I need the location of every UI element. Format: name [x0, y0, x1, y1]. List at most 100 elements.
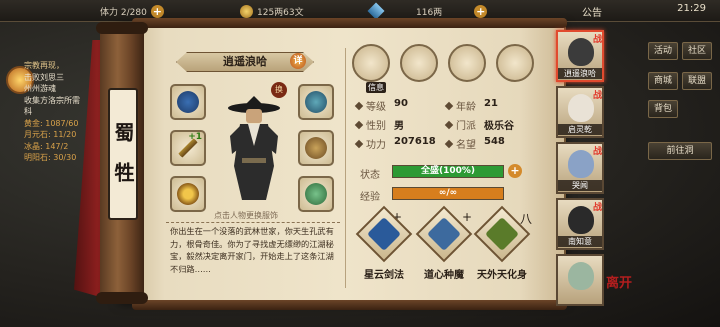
power-value: 207618 — [394, 136, 436, 147]
community-button[interactable]: 社区 — [682, 42, 712, 60]
jade-scroll-icon — [485, 217, 519, 251]
roster-portrait[interactable]: 战 南知意 — [556, 198, 604, 250]
fame-value: 548 — [484, 136, 505, 147]
equip-slot-mount[interactable] — [298, 176, 334, 212]
portrait-name: 哭闻 — [558, 180, 602, 191]
portrait-face — [568, 94, 594, 122]
panel-divider — [345, 48, 346, 288]
shop-button[interactable]: 商城 — [648, 72, 678, 90]
portrait-name: 逍遥浪哈 — [558, 68, 602, 79]
equip-slot-armor[interactable] — [298, 130, 334, 166]
leave-tag[interactable]: 离开 — [606, 272, 632, 291]
status-label: 状态 — [360, 170, 380, 181]
quest-line: 收集方洛宗所需 — [24, 95, 80, 105]
taiji-tab-icon[interactable] — [448, 44, 486, 82]
level-label: 等级 — [366, 102, 386, 113]
scroll-rod-bottom — [132, 300, 567, 310]
hat-icon — [305, 91, 327, 113]
info-tab-icon[interactable]: 信息 — [352, 44, 390, 93]
exp-bar-text: ∞/∞ — [438, 188, 458, 198]
gender-label: 性别 — [366, 121, 386, 132]
headwear-icon — [177, 91, 199, 113]
quest-line: 科 — [24, 107, 32, 116]
level-value: 90 — [394, 98, 408, 109]
mount-icon — [305, 183, 327, 205]
quest-stat: 冰晶: 147/2 — [24, 141, 69, 151]
quest-line: 击败刘思三 — [24, 72, 64, 82]
quest-line: 州州游魂 — [24, 84, 56, 93]
info-tab-label: 信息 — [366, 82, 386, 93]
roster-portrait[interactable] — [556, 254, 604, 306]
equip-slot-hat[interactable] — [298, 84, 334, 120]
equip-slot-ring[interactable] — [170, 176, 206, 212]
battle-mark: 战 — [592, 91, 602, 101]
gender-value: 男 — [394, 121, 404, 132]
clock: 21:29 — [677, 3, 706, 14]
silver-display: 125两63文 — [240, 3, 304, 19]
ring-icon — [177, 183, 199, 205]
gold-display: 116两 + — [367, 2, 488, 20]
equip-slot-weapon[interactable]: +1 — [170, 130, 206, 166]
fame-label: 名望 — [456, 140, 476, 151]
quest-title: 宗教再现， — [24, 61, 64, 70]
skill-mark: + — [462, 210, 473, 224]
roster-portrait[interactable]: 战 哭闻 — [556, 142, 604, 194]
skill-mark: 八 — [520, 212, 533, 226]
add-gold-button[interactable]: + — [474, 4, 488, 18]
notice-button[interactable]: 公告 — [582, 4, 602, 19]
meridian-tab-icon[interactable] — [496, 44, 534, 82]
alliance-button[interactable]: 联盟 — [682, 72, 712, 90]
swap-outfit-hint: 点击人物更换服饰 — [214, 211, 278, 220]
bag-button[interactable]: 背包 — [648, 100, 678, 118]
armor-icon — [305, 137, 327, 159]
portrait-name: 南知意 — [558, 236, 602, 247]
equip-slot-headwear[interactable] — [170, 84, 206, 120]
scroll-icon — [427, 217, 461, 251]
battle-mark: 战 — [592, 35, 602, 45]
goto-cave-button[interactable]: 前往洞 — [648, 142, 712, 160]
portrait-face — [568, 206, 594, 234]
exp-bar: ∞/∞ — [392, 187, 504, 200]
sect-label: 蜀牲 — [108, 88, 138, 220]
scroll-roller-cap — [96, 292, 148, 304]
roster-portrait[interactable]: 战 启灵乾 — [556, 86, 604, 138]
silver-coin-icon — [240, 4, 253, 18]
power-label: 功力 — [366, 140, 386, 151]
silver-value: 125两63文 — [257, 7, 304, 18]
battle-mark: 战 — [592, 147, 602, 157]
portrait-face — [568, 262, 594, 290]
bag-tab-icon[interactable] — [400, 44, 438, 82]
portrait-face — [568, 38, 594, 66]
quest-stat: 明阳石: 30/30 — [24, 153, 77, 162]
status-bar: 全盛(100%) — [392, 165, 504, 178]
roster-portrait[interactable]: 战 逍遥浪哈 — [556, 30, 604, 82]
gold-value: 116两 — [416, 7, 443, 18]
character-figure[interactable] — [222, 96, 286, 204]
skill-name: 天外天化身 — [477, 270, 527, 281]
quest-stat: 黄金: 1087/60 — [24, 118, 79, 128]
stamina-display: 体力 2/280 + — [100, 3, 164, 19]
exp-label: 经验 — [360, 192, 380, 203]
add-stamina-button[interactable]: + — [150, 4, 164, 18]
status-bar-text: 全盛(100%) — [420, 166, 476, 176]
age-label: 年龄 — [456, 102, 476, 113]
scroll-roller-cap — [96, 22, 148, 34]
scroll-book-icon — [367, 217, 401, 251]
character-roster: 战 逍遥浪哈 战 启灵乾 战 哭闻 战 南知意 — [556, 30, 604, 306]
character-bio: 你出生在一个没落的武林世家，你天生孔武有力，根骨奇佳。你为了寻找虚无缥缈的江湖秘… — [166, 222, 340, 280]
school-value: 极乐谷 — [484, 121, 514, 132]
portrait-name: 启灵乾 — [558, 124, 602, 135]
age-value: 21 — [484, 98, 498, 109]
restore-status-button[interactable]: + — [508, 164, 522, 178]
portrait-face — [568, 150, 594, 178]
scroll-rod-top — [132, 18, 567, 28]
detail-button[interactable]: 详 — [290, 53, 306, 69]
swap-outfit-button[interactable]: 换 — [271, 82, 287, 98]
stamina-value: 体力 2/280 — [100, 7, 147, 18]
quest-stat: 月元石: 11/20 — [24, 130, 77, 139]
battle-mark: 战 — [592, 203, 602, 213]
school-label: 门派 — [456, 121, 476, 132]
events-button[interactable]: 活动 — [648, 42, 678, 60]
enhance-level: +1 — [188, 132, 202, 142]
gold-ingot-icon — [367, 2, 385, 20]
